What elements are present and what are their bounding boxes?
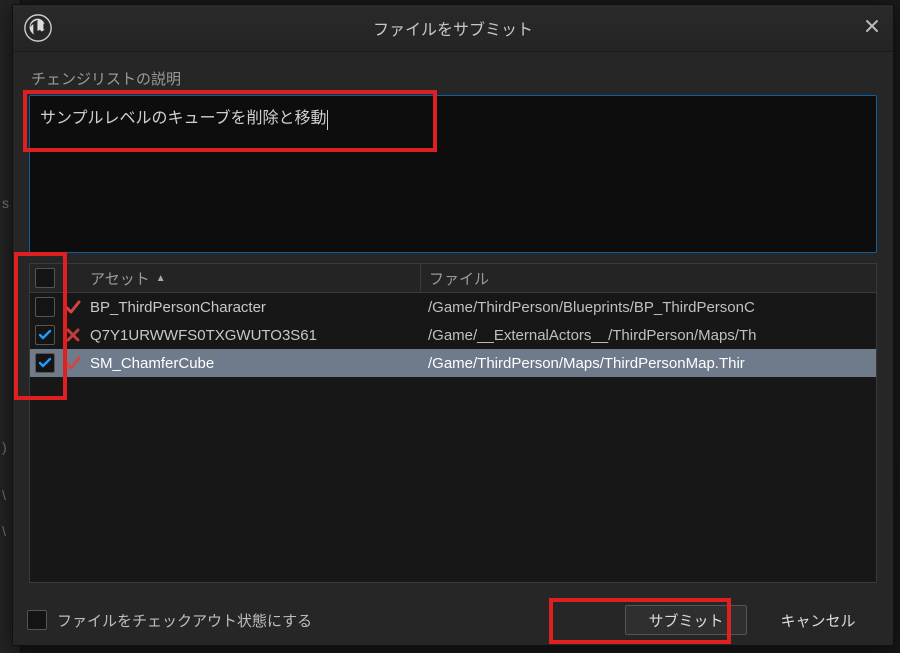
description-label: チェンジリストの説明 (31, 68, 877, 89)
row-status-icon-cell (60, 326, 86, 344)
row-checkbox-cell[interactable] (30, 353, 60, 373)
column-header-asset[interactable]: アセット ▲ (86, 264, 421, 292)
cancel-button-label: キャンセル (780, 610, 855, 631)
file-list-panel: アセット ▲ ファイル BP_ThirdPersonCharacter/Game… (29, 263, 877, 583)
delete-status-icon (64, 326, 82, 344)
file-table: アセット ▲ ファイル BP_ThirdPersonCharacter/Game… (30, 264, 876, 582)
close-button[interactable] (861, 15, 883, 37)
row-checkbox-cell[interactable] (30, 325, 60, 345)
sort-ascending-icon: ▲ (156, 273, 166, 284)
dialog-footer: ファイルをチェックアウト状態にする サブミット キャンセル (13, 593, 893, 645)
background-shell: s ) \ \ ファイルをサブミット チェンジリストの説明 サンプルレベルのキュ… (0, 0, 900, 653)
row-asset-name: SM_ChamferCube (86, 355, 420, 372)
svg-text:s: s (2, 196, 9, 211)
table-row[interactable]: BP_ThirdPersonCharacter/Game/ThirdPerson… (30, 293, 876, 321)
keep-checked-out-label: ファイルをチェックアウト状態にする (57, 610, 312, 631)
description-text: サンプルレベルのキューブを削除と移動 (40, 110, 327, 127)
submit-button-label: サブミット (648, 610, 723, 631)
svg-text:\: \ (2, 524, 6, 539)
table-body: BP_ThirdPersonCharacter/Game/ThirdPerson… (30, 293, 876, 377)
unreal-logo-icon (23, 13, 53, 47)
table-header: アセット ▲ ファイル (30, 264, 876, 293)
row-checkbox[interactable] (35, 325, 55, 345)
cancel-button[interactable]: キャンセル (757, 605, 879, 635)
table-row[interactable]: Q7Y1URWWFS0TXGWUTO3S61/Game/__ExternalAc… (30, 321, 876, 349)
row-checkbox-cell[interactable] (30, 297, 60, 317)
column-header-file-label: ファイル (429, 268, 489, 289)
row-file-path: /Game/__ExternalActors__/ThirdPerson/Map… (420, 327, 876, 344)
column-header-asset-label: アセット (90, 268, 150, 289)
table-row[interactable]: SM_ChamferCube/Game/ThirdPerson/Maps/Thi… (30, 349, 876, 377)
keep-checked-out-checkbox[interactable] (27, 610, 47, 630)
header-status-spacer (60, 264, 86, 292)
edit-status-icon (64, 354, 82, 372)
column-header-file[interactable]: ファイル (421, 264, 876, 292)
row-asset-name: Q7Y1URWWFS0TXGWUTO3S61 (86, 327, 420, 344)
row-asset-name: BP_ThirdPersonCharacter (86, 299, 420, 316)
row-file-path: /Game/ThirdPerson/Maps/ThirdPersonMap.Th… (420, 355, 876, 372)
submit-dialog: ファイルをサブミット チェンジリストの説明 サンプルレベルのキューブを削除と移動 (12, 4, 894, 646)
row-status-icon-cell (60, 354, 86, 372)
row-file-path: /Game/ThirdPerson/Blueprints/BP_ThirdPer… (420, 299, 876, 316)
submit-button[interactable]: サブミット (625, 605, 747, 635)
dialog-titlebar[interactable]: ファイルをサブミット (13, 5, 893, 52)
header-checkbox-cell[interactable] (30, 264, 60, 292)
header-checkbox[interactable] (35, 268, 55, 288)
row-status-icon-cell (60, 298, 86, 316)
close-icon (864, 18, 880, 34)
text-caret (327, 110, 328, 130)
edit-status-icon (64, 298, 82, 316)
dialog-body: チェンジリストの説明 サンプルレベルのキューブを削除と移動 アセット (13, 52, 893, 593)
svg-text:\: \ (2, 488, 6, 503)
dialog-title: ファイルをサブミット (373, 16, 533, 40)
description-input[interactable]: サンプルレベルのキューブを削除と移動 (29, 95, 877, 253)
svg-text:): ) (2, 440, 7, 455)
row-checkbox[interactable] (35, 353, 55, 373)
row-checkbox[interactable] (35, 297, 55, 317)
